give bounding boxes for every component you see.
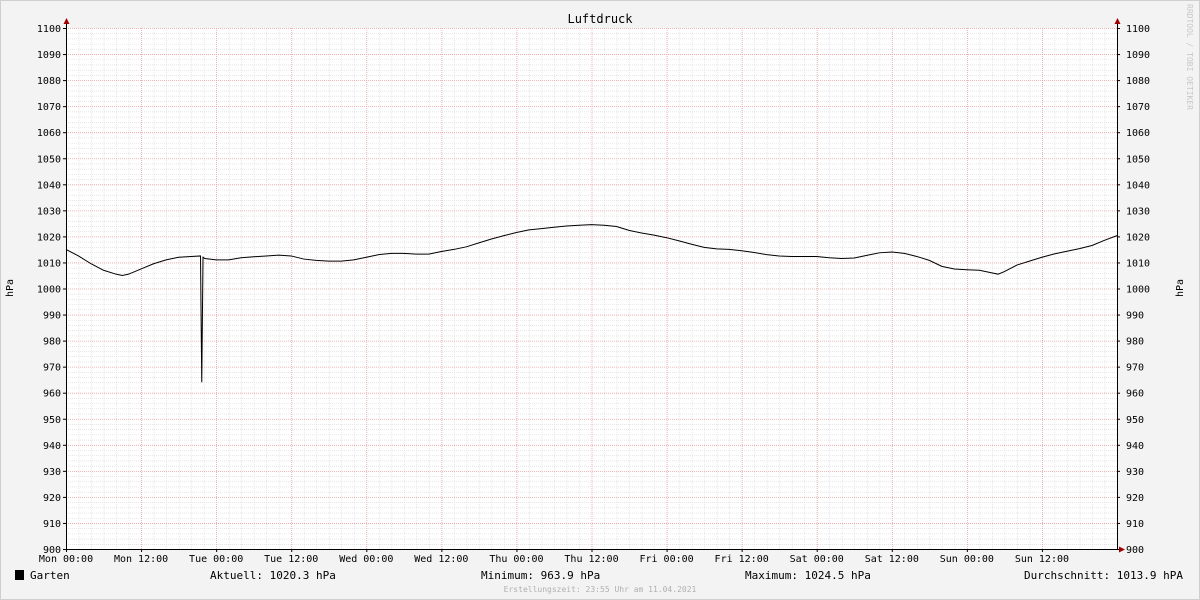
y-tick-label-right: 1030 [1126,206,1150,217]
chart-root: 1100 1090 1080 1070 1060 1050 1040 1030 1020 1010… [0,0,1200,600]
y-tick-label-right: 980 [1126,337,1144,348]
y-tick-label-right: 1010 [1126,258,1150,269]
chart-title: Luftdruck [567,12,633,26]
y-tick-label-left: 950 [43,415,61,426]
x-tick-label: Tue 12:00 [264,554,318,565]
x-tick-label: Fri 12:00 [715,554,769,565]
y-tick-label-left: 960 [43,389,61,400]
y-tick-label-right: 910 [1126,519,1144,530]
legend-minimum: Minimum: 963.9 hPa [481,569,600,582]
y-tick-label-left: 1030 [37,206,61,217]
y-tick-label-right: 940 [1126,441,1144,452]
y-tick-label-left: 1020 [37,232,61,243]
legend-series-name: Garten [30,569,70,582]
x-tick-label: Wed 00:00 [339,554,393,565]
y-tick-label-right: 1080 [1126,76,1150,87]
y-tick-label-left: 970 [43,363,61,374]
y-tick-label-left: 1070 [37,102,61,113]
y-tick-label-right: 1100 [1126,24,1150,35]
y-tick-label-right: 1040 [1126,180,1150,191]
pressure-chart: 1100 1090 1080 1070 1060 1050 1040 1030 1020 1010… [0,0,1200,600]
y-tick-label-right: 930 [1126,467,1144,478]
y-tick-label-left: 1050 [37,154,61,165]
y-tick-label-left: 1060 [37,128,61,139]
x-tick-label: Wed 12:00 [414,554,468,565]
y-tick-label-left: 1010 [37,258,61,269]
y-tick-label-left: 1080 [37,76,61,87]
y-tick-label-right: 1070 [1126,102,1150,113]
x-tick-label: Sun 00:00 [940,554,994,565]
x-tick-label: Mon 00:00 [39,554,93,565]
y-tick-label-left: 1040 [37,180,61,191]
y-tick-label-right: 900 [1126,545,1144,556]
y-axis-right-unit: hPa [1175,279,1186,297]
legend-average: Durchschnitt: 1013.9 hPA [1024,569,1183,582]
y-tick-label-left: 910 [43,519,61,530]
x-tick-label: Mon 12:00 [114,554,168,565]
y-tick-label-right: 1050 [1126,154,1150,165]
y-axis-left-unit: hPa [5,279,16,297]
y-tick-label-left: 1090 [37,50,61,61]
legend-maximum: Maximum: 1024.5 hPa [745,569,871,582]
y-tick-label-left: 1000 [37,285,61,296]
y-tick-label-right: 1000 [1126,285,1150,296]
y-tick-label-right: 990 [1126,311,1144,322]
y-tick-label-right: 960 [1126,389,1144,400]
legend-swatch [15,570,24,580]
y-tick-label-right: 1060 [1126,128,1150,139]
x-tick-label: Sat 12:00 [865,554,919,565]
y-tick-label-right: 1090 [1126,50,1150,61]
x-tick-label: Fri 00:00 [639,554,693,565]
y-tick-label-right: 920 [1126,493,1144,504]
plot-area [66,28,1117,549]
x-tick-label: Sat 00:00 [790,554,844,565]
x-tick-label: Tue 00:00 [189,554,243,565]
y-tick-label-right: 1020 [1126,232,1150,243]
legend-current: Aktuell: 1020.3 hPa [210,569,336,582]
y-tick-label-right: 970 [1126,363,1144,374]
y-tick-label-left: 980 [43,337,61,348]
y-tick-label-left: 940 [43,441,61,452]
x-tick-label: Thu 00:00 [489,554,543,565]
creation-time: Erstellungszeit: 23:55 Uhr am 11.04.2021 [504,585,697,594]
y-tick-label-left: 930 [43,467,61,478]
y-tick-label-left: 920 [43,493,61,504]
y-tick-label-left: 1100 [37,24,61,35]
watermark: RRDTOOL / TOBI OETIKER [1185,4,1194,110]
x-tick-label: Thu 12:00 [564,554,618,565]
x-tick-label: Sun 12:00 [1015,554,1069,565]
y-tick-label-right: 950 [1126,415,1144,426]
y-tick-label-left: 990 [43,311,61,322]
